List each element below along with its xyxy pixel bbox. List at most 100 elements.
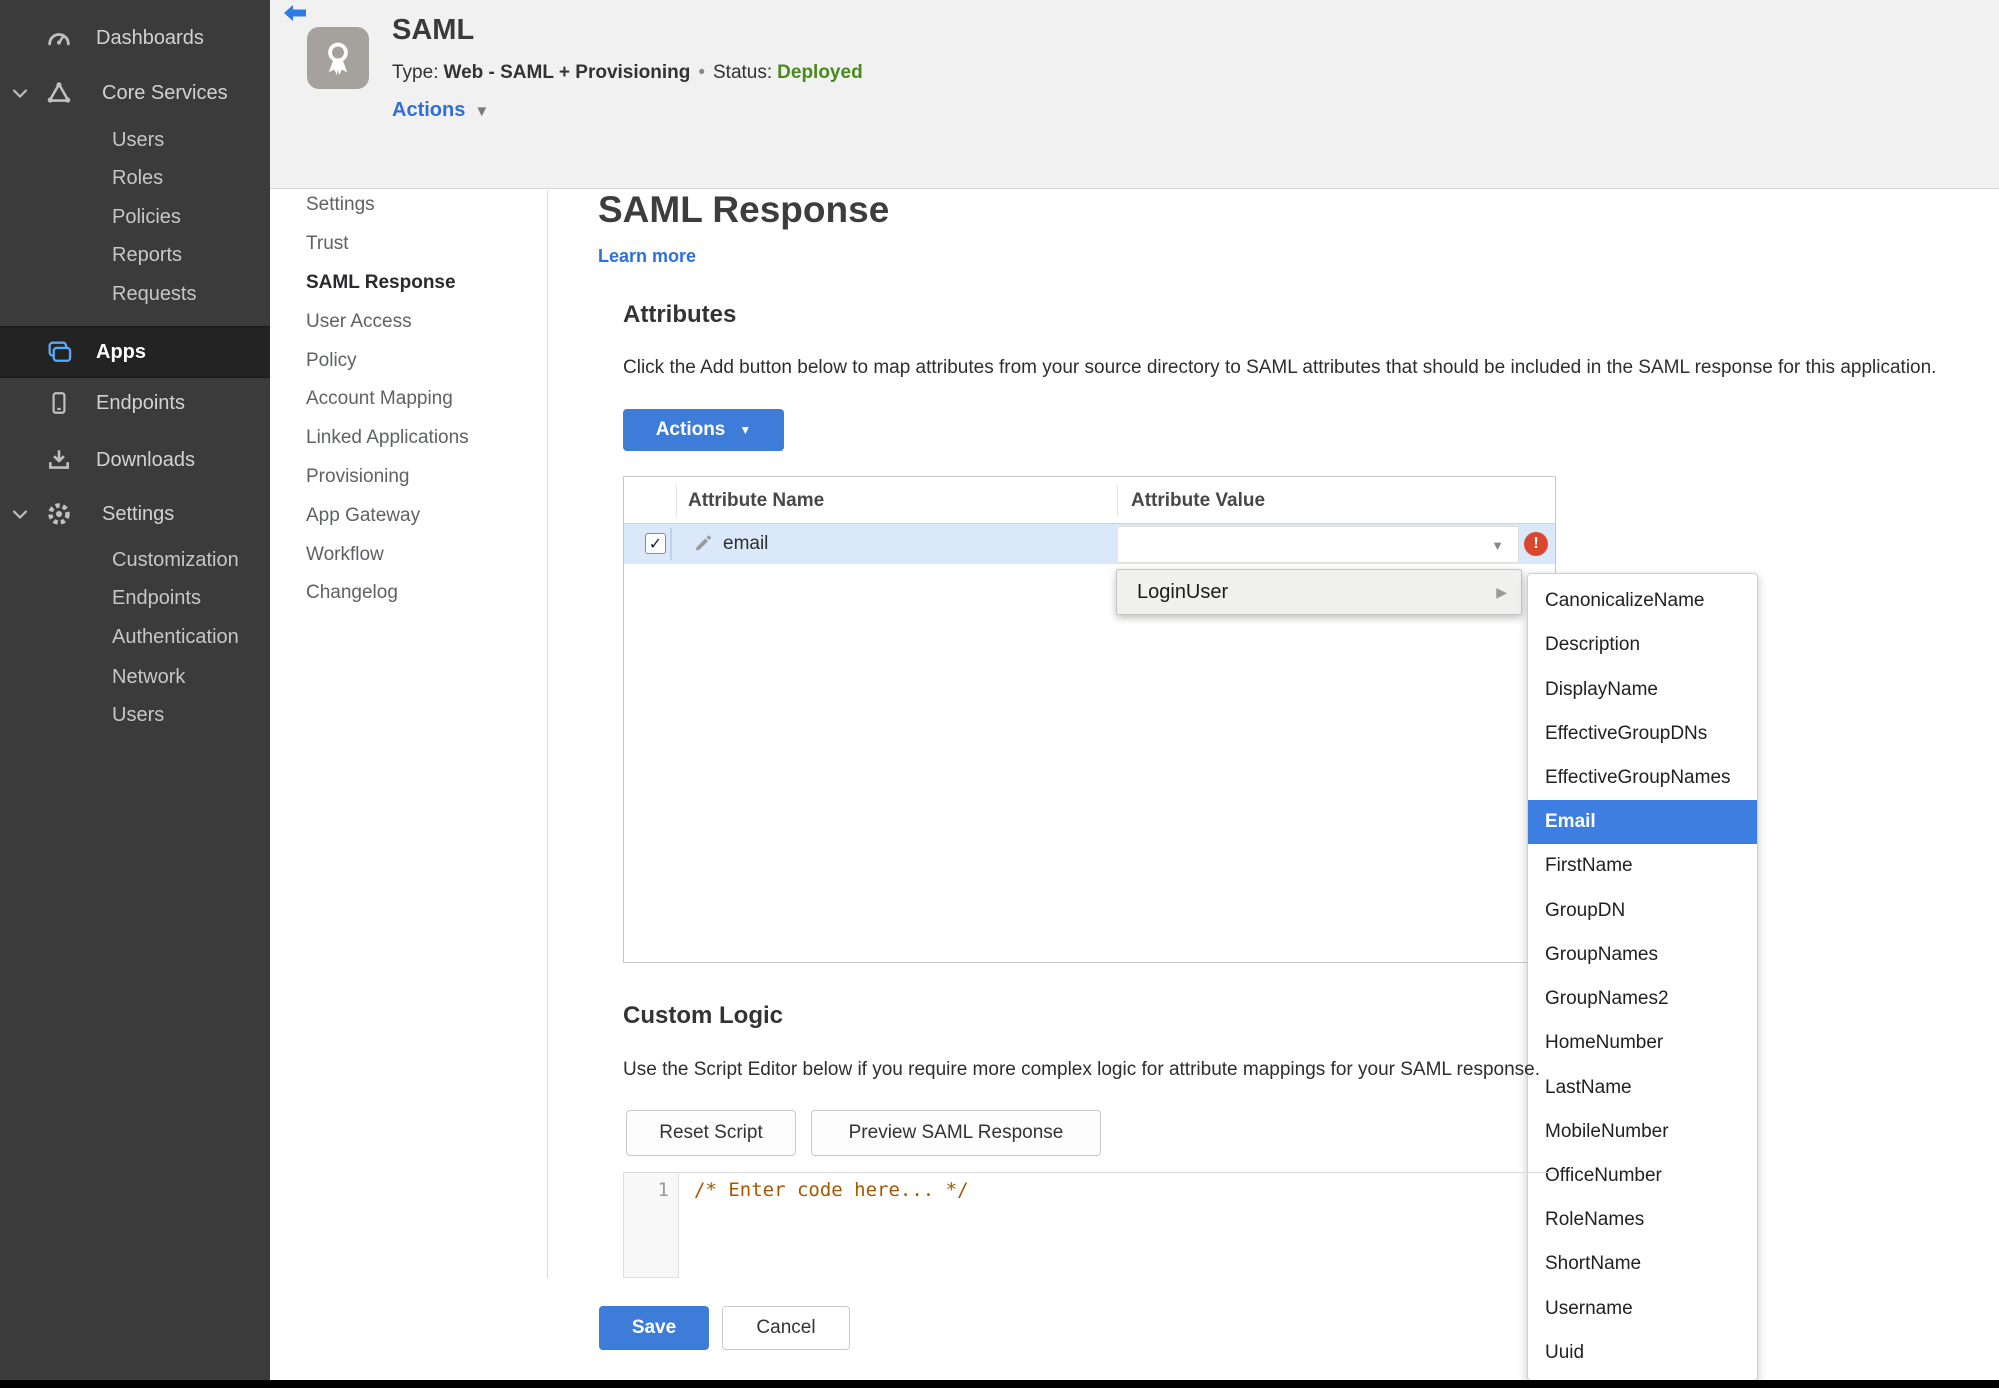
attributes-actions-button[interactable]: Actions ▼ (623, 409, 784, 451)
attributes-heading: Attributes (623, 301, 737, 328)
subnav-item-user-access[interactable]: User Access (306, 302, 469, 341)
sidebar-item-settings-endpoints[interactable]: Endpoints (0, 579, 270, 618)
submenu-item-rolenames[interactable]: RoleNames (1528, 1198, 1757, 1242)
page-title: SAML Response (598, 189, 890, 230)
submenu-item-groupnames[interactable]: GroupNames (1528, 933, 1757, 977)
app-subnav: Settings Trust SAML Response User Access… (270, 190, 548, 1278)
sidebar: Dashboards Core Services Users Roles Pol… (0, 0, 270, 1388)
core-services-icon (44, 78, 74, 108)
pencil-icon[interactable] (694, 534, 712, 557)
submenu-item-firstname[interactable]: FirstName (1528, 844, 1757, 888)
apps-icon (44, 337, 74, 367)
column-divider (676, 485, 677, 516)
submenu-item-displayname[interactable]: DisplayName (1528, 667, 1757, 711)
subnav-item-app-gateway[interactable]: App Gateway (306, 496, 469, 535)
status-badge: Deployed (777, 62, 863, 83)
sidebar-item-dashboards[interactable]: Dashboards (0, 16, 270, 60)
dot-separator: • (698, 62, 705, 83)
gauge-icon (44, 23, 74, 53)
subnav-item-account-mapping[interactable]: Account Mapping (306, 380, 469, 419)
row-checkbox[interactable]: ✓ (645, 533, 666, 554)
submenu-item-groupdn[interactable]: GroupDN (1528, 889, 1757, 933)
sidebar-item-reports[interactable]: Reports (0, 236, 270, 275)
script-editor[interactable]: 1 /* Enter code here... */ (623, 1172, 1556, 1278)
attributes-table: Attribute Name Attribute Value ✓ email ▼… (623, 476, 1556, 963)
submenu-item-shortname[interactable]: ShortName (1528, 1242, 1757, 1286)
app-meta: Type: Web - SAML + Provisioning • Status: De… (392, 62, 863, 84)
app-title: SAML (392, 14, 475, 46)
column-header-attribute-name: Attribute Name (688, 489, 825, 511)
subnav-item-changelog[interactable]: Changelog (306, 574, 469, 613)
row-focus-line (670, 528, 672, 560)
learn-more-link[interactable]: Learn more (598, 246, 696, 267)
custom-logic-description: Use the Script Editor below if you requi… (623, 1059, 1540, 1080)
sidebar-item-label: Core Services (102, 81, 228, 104)
submenu-item-lastname[interactable]: LastName (1528, 1065, 1757, 1109)
device-icon (44, 388, 74, 418)
sidebar-item-downloads[interactable]: Downloads (0, 440, 270, 480)
sidebar-item-apps[interactable]: Apps (0, 326, 270, 378)
submenu-item-email[interactable]: Email (1528, 800, 1757, 845)
subnav-item-policy[interactable]: Policy (306, 341, 469, 380)
submenu-item-homenumber[interactable]: HomeNumber (1528, 1021, 1757, 1065)
table-row[interactable]: ✓ email ▼ ! (624, 524, 1555, 564)
subnav-item-saml-response[interactable]: SAML Response (306, 264, 469, 303)
loginuser-submenu: CanonicalizeName Description DisplayName… (1527, 573, 1758, 1381)
back-arrow-icon[interactable] (283, 4, 307, 27)
editor-line-number: 1 (623, 1173, 679, 1278)
subnav-item-provisioning[interactable]: Provisioning (306, 458, 469, 497)
subnav-item-linked-applications[interactable]: Linked Applications (306, 419, 469, 458)
submenu-item-groupnames2[interactable]: GroupNames2 (1528, 977, 1757, 1021)
sidebar-item-label: Endpoints (96, 391, 185, 414)
caret-down-icon: ▼ (474, 103, 490, 120)
attribute-value-dropdown[interactable]: ▼ (1117, 526, 1519, 563)
column-header-attribute-value: Attribute Value (1131, 489, 1266, 511)
submenu-item-effectivegroupnames[interactable]: EffectiveGroupNames (1528, 756, 1757, 800)
sidebar-item-users[interactable]: Users (0, 121, 270, 159)
submenu-item-effectivegroupdns[interactable]: EffectiveGroupDNs (1528, 712, 1757, 756)
column-divider (1117, 485, 1118, 516)
saml-app-icon (307, 27, 369, 89)
sidebar-item-label: Apps (96, 340, 146, 363)
sidebar-item-roles[interactable]: Roles (0, 159, 270, 198)
subnav-item-workflow[interactable]: Workflow (306, 535, 469, 574)
chevron-down-icon[interactable] (10, 88, 30, 98)
reset-script-button[interactable]: Reset Script (626, 1110, 796, 1156)
header-actions-menu[interactable]: Actions ▼ (392, 99, 489, 122)
subnav-item-settings[interactable]: Settings (306, 186, 469, 225)
chevron-down-icon[interactable] (10, 509, 30, 519)
submenu-item-description[interactable]: Description (1528, 623, 1757, 667)
sidebar-item-requests[interactable]: Requests (0, 275, 270, 314)
preview-saml-response-button[interactable]: Preview SAML Response (811, 1110, 1101, 1156)
context-menu-loginuser[interactable]: LoginUser ▶ (1116, 569, 1522, 615)
type-value: Web - SAML + Provisioning (443, 62, 691, 83)
sidebar-item-core-services[interactable]: Core Services (0, 71, 270, 115)
sidebar-item-network[interactable]: Network (0, 658, 270, 696)
submenu-item-officenumber[interactable]: OfficeNumber (1528, 1154, 1757, 1198)
sidebar-item-label: Settings (102, 502, 175, 525)
sidebar-item-endpoints[interactable]: Endpoints (0, 383, 270, 423)
sidebar-item-label: Dashboards (96, 26, 204, 49)
gear-icon (44, 499, 74, 529)
attributes-description: Click the Add button below to map attrib… (623, 357, 1937, 378)
sidebar-item-policies[interactable]: Policies (0, 198, 270, 236)
submenu-item-mobilenumber[interactable]: MobileNumber (1528, 1110, 1757, 1154)
editor-code[interactable]: /* Enter code here... */ (679, 1173, 1556, 1278)
app-header: SAML Type: Web - SAML + Provisioning • Stat… (270, 0, 1999, 189)
subnav-item-trust[interactable]: Trust (306, 225, 469, 264)
submenu-item-uuid[interactable]: Uuid (1528, 1331, 1757, 1375)
cancel-button[interactable]: Cancel (722, 1306, 850, 1350)
bottom-bar (0, 1380, 1999, 1388)
download-icon (44, 445, 74, 475)
submenu-item-username[interactable]: Username (1528, 1287, 1757, 1331)
sidebar-item-customization[interactable]: Customization (0, 541, 270, 579)
save-button[interactable]: Save (599, 1306, 709, 1350)
error-icon: ! (1524, 532, 1548, 556)
sidebar-item-authentication[interactable]: Authentication (0, 618, 270, 657)
type-label: Type: (392, 62, 439, 83)
sidebar-item-label: Downloads (96, 448, 195, 471)
submenu-item-canonicalizename[interactable]: CanonicalizeName (1528, 579, 1757, 623)
sidebar-item-settings[interactable]: Settings (0, 494, 270, 534)
sidebar-item-settings-users[interactable]: Users (0, 696, 270, 734)
caret-down-icon: ▼ (1491, 538, 1504, 553)
